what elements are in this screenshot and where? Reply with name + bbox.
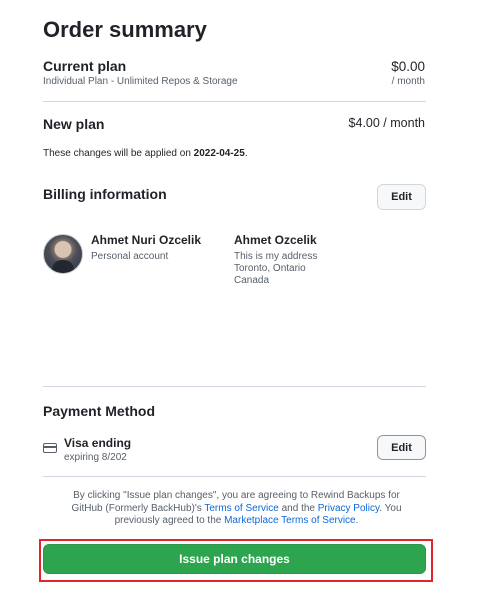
credit-card-icon — [43, 443, 57, 453]
privacy-policy-link[interactable]: Privacy Policy — [318, 503, 380, 514]
terms-line-3-prefix: previously agreed to the — [114, 515, 225, 526]
terms-line-2-prefix: GitHub (Formerly BackHub)'s — [71, 502, 205, 514]
marketplace-terms-link[interactable]: Marketplace Terms of Service — [224, 515, 356, 526]
card-label: Visa ending — [64, 436, 132, 450]
divider — [43, 101, 426, 102]
page-title: Order summary — [43, 17, 207, 42]
card-expiry: expiring 8/202 — [64, 452, 127, 463]
divider — [43, 476, 426, 477]
payment-edit-button[interactable]: Edit — [377, 435, 426, 460]
avatar — [43, 234, 83, 274]
applied-note-suffix: . — [244, 148, 248, 159]
issue-plan-changes-button[interactable]: Issue plan changes — [43, 544, 426, 574]
new-plan-price: $4.00 / month — [348, 116, 425, 130]
terms-line-2: GitHub (Formerly BackHub)'s Terms of Ser… — [43, 503, 430, 516]
divider — [43, 386, 426, 387]
applied-note-date: 2022-04-25 — [193, 148, 245, 159]
address-name: Ahmet Ozcelik — [234, 233, 317, 247]
billing-edit-button[interactable]: Edit — [377, 184, 426, 210]
applied-note-prefix: These changes will be applied on — [43, 148, 194, 159]
address-line3: Canada — [234, 275, 270, 286]
address-line1: This is my address — [234, 251, 318, 262]
current-plan-label: Current plan — [43, 58, 127, 74]
terms-line-3-suffix: . — [355, 515, 359, 526]
terms-line-2-suffix: . You — [379, 502, 402, 514]
current-plan-price: $0.00 — [391, 59, 425, 74]
terms-line-2-mid: and the — [278, 502, 318, 514]
terms-text: By clicking "Issue plan changes", you ar… — [43, 490, 430, 528]
terms-line-3: previously agreed to the Marketplace Ter… — [43, 515, 430, 528]
current-plan-period: / month — [391, 76, 425, 87]
new-plan-label: New plan — [43, 116, 105, 132]
account-name: Ahmet Nuri Ozcelik — [91, 233, 202, 247]
terms-of-service-link[interactable]: Terms of Service — [204, 503, 278, 514]
current-plan-description: Individual Plan - Unlimited Repos & Stor… — [43, 76, 238, 87]
applied-note: These changes will be applied on 2022-04… — [43, 148, 248, 159]
address-line2: Toronto, Ontario — [234, 263, 306, 274]
billing-label: Billing information — [43, 186, 167, 202]
account-type: Personal account — [91, 251, 169, 262]
terms-line-1: By clicking "Issue plan changes", you ar… — [73, 490, 400, 501]
payment-label: Payment Method — [43, 403, 156, 419]
